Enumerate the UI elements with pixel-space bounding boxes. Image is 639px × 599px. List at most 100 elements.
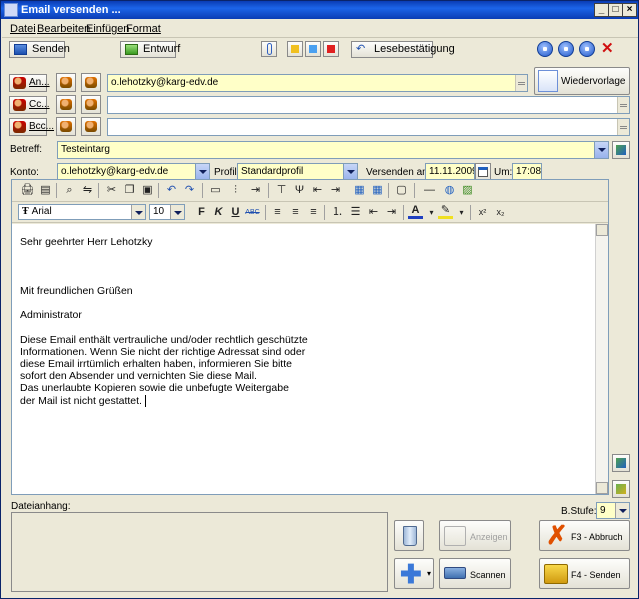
bcc-button[interactable]: Bcc... — [9, 118, 54, 136]
scroll-down-button[interactable] — [596, 482, 608, 494]
menu-datei[interactable]: Datei — [10, 23, 36, 35]
merge-icon[interactable]: Ψ — [292, 183, 307, 198]
profile-label: Profil: — [214, 167, 240, 178]
attachment-list[interactable] — [11, 512, 388, 592]
font-select[interactable]: Ŧ Arial — [18, 204, 146, 220]
paste-icon[interactable]: ▣ — [140, 183, 155, 198]
table-properties-icon[interactable]: ▦ — [352, 183, 367, 198]
level-select[interactable]: 9 — [596, 502, 630, 519]
spellcheck-icon — [616, 145, 626, 155]
subject-field[interactable]: Testeintarg — [57, 141, 609, 159]
superscript-icon[interactable]: x² — [475, 205, 490, 220]
underline-icon[interactable]: U — [228, 205, 243, 220]
undo-icon[interactable]: ↶ — [164, 183, 179, 198]
print-icon[interactable]: 🖨 — [20, 183, 35, 198]
contact-orange-icon — [85, 99, 97, 110]
table-icon[interactable]: ▭ — [208, 183, 223, 198]
scan-button[interactable]: Scannen — [439, 558, 511, 589]
cc-group-button[interactable] — [81, 95, 101, 114]
font-color-icon[interactable]: A — [408, 205, 423, 219]
numbered-list-icon[interactable]: ⒈ — [330, 205, 345, 220]
next-icon[interactable] — [579, 41, 595, 57]
minimize-button[interactable]: _ — [594, 3, 609, 17]
previous-icon[interactable] — [558, 41, 574, 57]
chevron-down-icon[interactable]: ▾ — [454, 205, 469, 220]
font-size-select[interactable]: 10 — [149, 204, 185, 220]
align-right-icon[interactable]: ≡ — [306, 205, 321, 220]
horizontal-line-icon[interactable]: — — [422, 183, 437, 198]
cc-field[interactable] — [107, 96, 630, 114]
show-button[interactable]: Anzeigen — [439, 520, 511, 551]
spellcheck-body-button[interactable] — [612, 454, 630, 472]
menu-einfuegen[interactable]: Einfügen — [86, 23, 129, 35]
print-preview-icon[interactable]: ▤ — [38, 183, 53, 198]
find-icon[interactable]: ⌕ — [62, 183, 77, 198]
bullet-list-icon[interactable]: ☰ — [348, 205, 363, 220]
spellcheck-button[interactable] — [612, 141, 630, 159]
draft-button[interactable]: Entwurf — [120, 41, 180, 58]
title-bar[interactable]: Email versenden ... _ □ × — [1, 1, 638, 19]
insert-image-icon[interactable]: ▨ — [460, 183, 475, 198]
send-button[interactable]: Senden — [9, 41, 70, 58]
cancel-button[interactable]: ✗ F3 - Abbruch — [539, 520, 630, 551]
bcc-field[interactable] — [107, 118, 630, 136]
to-contact-button[interactable] — [56, 73, 76, 92]
contact-red-icon — [60, 99, 72, 110]
cut-icon[interactable]: ✂ — [104, 183, 119, 198]
insert-signature-button[interactable] — [612, 480, 630, 498]
italic-icon[interactable]: K — [211, 205, 226, 220]
insert-column-icon[interactable]: ⇥ — [248, 183, 263, 198]
grid-icon[interactable]: ▦ — [370, 183, 385, 198]
priority-high-button[interactable] — [323, 41, 339, 57]
bold-icon[interactable]: F — [194, 205, 209, 220]
chevron-down-icon[interactable]: ▾ — [424, 205, 439, 220]
maximize-button[interactable]: □ — [608, 3, 623, 17]
attach-button[interactable] — [261, 41, 277, 57]
close-button[interactable]: × — [622, 3, 637, 17]
insert-row-icon[interactable]: ⊤ — [274, 183, 289, 198]
to-button[interactable]: An... — [9, 74, 50, 92]
copy-icon[interactable]: ❐ — [122, 183, 137, 198]
body-line: Informationen. Wenn Sie nicht der richti… — [20, 345, 306, 358]
outdent-icon[interactable]: ⇤ — [366, 205, 381, 220]
strikethrough-icon[interactable]: ABC — [245, 205, 260, 220]
hyperlink-icon[interactable]: ◍ — [442, 183, 457, 198]
split-cell-icon[interactable]: ⫶ — [228, 183, 243, 198]
cell-left-icon[interactable]: ⇤ — [310, 183, 325, 198]
cc-contact-button[interactable] — [56, 95, 76, 114]
body-scrollbar[interactable] — [595, 224, 608, 494]
to-field[interactable]: o.lehotzky@karg-edv.de — [107, 74, 528, 92]
to-group-button[interactable] — [81, 73, 101, 92]
stop-icon[interactable] — [537, 41, 553, 57]
subscript-icon[interactable]: x₂ — [493, 205, 508, 220]
bcc-group-button[interactable] — [81, 117, 101, 136]
priority-low-button[interactable] — [287, 41, 303, 57]
send-final-button[interactable]: F4 - Senden — [539, 558, 630, 589]
delete-x-icon[interactable]: ✕ — [600, 40, 616, 57]
align-left-icon[interactable]: ≡ — [270, 205, 285, 220]
priority-normal-button[interactable] — [305, 41, 321, 57]
scroll-up-button[interactable] — [596, 224, 608, 236]
message-body[interactable]: Sehr geehrter Herr Lehotzky Mit freundli… — [12, 224, 595, 494]
send-at-label: Versenden am: — [366, 167, 434, 178]
contact-orange-icon — [85, 121, 97, 132]
align-center-icon[interactable]: ≡ — [288, 205, 303, 220]
remove-attachment-button[interactable] — [394, 520, 424, 551]
highlight-icon[interactable]: ✎ — [438, 205, 453, 219]
body-line — [20, 260, 587, 272]
template-button[interactable]: Wiedervorlage — [534, 67, 630, 95]
add-attachment-button[interactable]: ✚ ▾ — [394, 558, 434, 589]
cell-right-icon[interactable]: ⇥ — [328, 183, 343, 198]
indent-icon[interactable]: ⇥ — [384, 205, 399, 220]
redo-icon[interactable]: ↷ — [182, 183, 197, 198]
body-line: Das unerlaubte Kopieren sowie die unbefu… — [20, 382, 289, 395]
read-receipt-button[interactable]: ↶ Lesebestätigung — [351, 41, 455, 58]
menu-bearbeiten[interactable]: Bearbeiten — [37, 23, 90, 35]
borders-icon[interactable]: ▢ — [394, 183, 409, 198]
menu-format[interactable]: Format — [126, 23, 161, 35]
blue-flag-icon — [309, 45, 317, 53]
replace-icon[interactable]: ⇋ — [80, 183, 95, 198]
bcc-contact-button[interactable] — [56, 117, 76, 136]
cc-button[interactable]: Cc... — [9, 96, 50, 114]
text-cursor — [144, 394, 149, 407]
